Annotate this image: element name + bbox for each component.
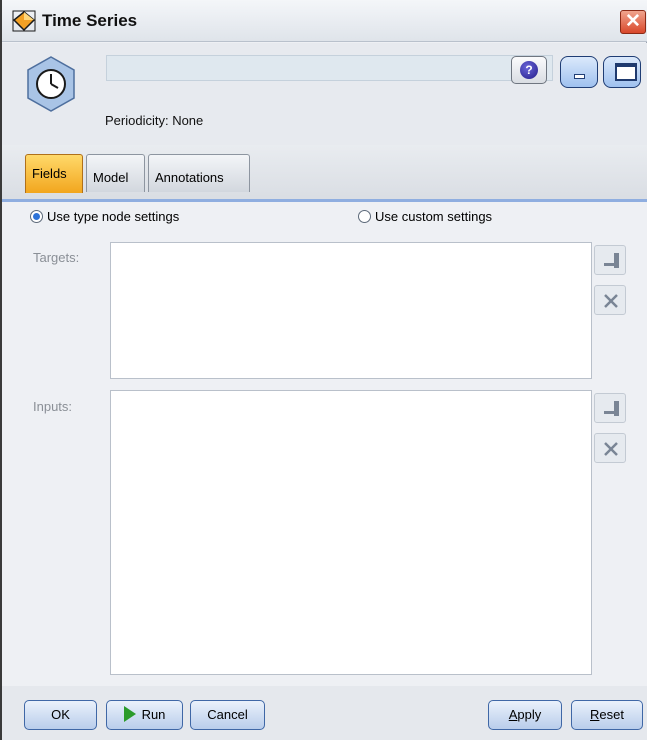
close-icon: ✕ bbox=[625, 11, 641, 32]
close-button[interactable]: ✕ bbox=[620, 10, 646, 34]
tab-annotations[interactable]: Annotations bbox=[148, 154, 250, 192]
inputs-list[interactable] bbox=[110, 390, 592, 675]
remove-x-icon bbox=[604, 442, 618, 456]
inputs-remove-button[interactable] bbox=[594, 433, 626, 463]
reset-button[interactable]: Reset bbox=[571, 700, 643, 730]
run-arrow-icon bbox=[123, 706, 136, 722]
targets-list[interactable] bbox=[110, 242, 592, 379]
targets-pick-button[interactable] bbox=[594, 245, 626, 275]
field-picker-icon bbox=[604, 253, 619, 268]
reset-label-rest: eset bbox=[599, 707, 624, 722]
clock-node-icon bbox=[27, 56, 75, 112]
remove-x-icon bbox=[604, 294, 618, 308]
ok-button[interactable]: OK bbox=[24, 700, 97, 730]
periodicity-label: Periodicity: None bbox=[105, 113, 204, 128]
help-icon: ? bbox=[520, 61, 538, 79]
radio-label: Use type node settings bbox=[47, 209, 180, 224]
maximize-button[interactable] bbox=[603, 56, 641, 88]
tab-model[interactable]: Model bbox=[86, 154, 145, 192]
inputs-pick-button[interactable] bbox=[594, 393, 626, 423]
run-button[interactable]: Run bbox=[106, 700, 183, 730]
help-button[interactable]: ? bbox=[511, 56, 547, 84]
targets-remove-button[interactable] bbox=[594, 285, 626, 315]
apply-button[interactable]: Apply bbox=[488, 700, 562, 730]
radio-use-custom-settings[interactable]: Use custom settings bbox=[358, 209, 492, 224]
minimize-button[interactable] bbox=[560, 56, 598, 88]
targets-label: Targets: bbox=[33, 250, 80, 265]
inputs-label: Inputs: bbox=[33, 399, 73, 414]
tab-strip: Fields Model Annotations bbox=[2, 145, 647, 201]
time-series-dialog: Time Series ✕ ? Periodicity: None Fields… bbox=[0, 0, 647, 740]
fields-panel: Use type node settings Use custom settin… bbox=[2, 202, 647, 686]
dialog-footer: OK Run Cancel Apply Reset bbox=[2, 686, 647, 740]
run-label: Run bbox=[141, 707, 166, 722]
radio-use-type-node-settings[interactable]: Use type node settings bbox=[30, 209, 179, 224]
node-header: ? Periodicity: None bbox=[2, 43, 647, 145]
radio-label: Use custom settings bbox=[375, 209, 493, 224]
window-title: Time Series bbox=[42, 11, 138, 30]
tab-fields[interactable]: Fields bbox=[25, 154, 83, 193]
reset-mnemonic: R bbox=[590, 707, 600, 722]
apply-label-rest: pply bbox=[517, 707, 542, 722]
title-bar[interactable]: Time Series ✕ bbox=[2, 0, 647, 42]
field-picker-icon bbox=[604, 401, 619, 416]
radio-unselected-icon bbox=[358, 210, 371, 223]
diamond-node-icon bbox=[12, 10, 36, 32]
node-name-field[interactable] bbox=[106, 55, 553, 81]
radio-selected-icon bbox=[30, 210, 43, 223]
minimize-icon bbox=[574, 74, 585, 79]
maximize-icon bbox=[615, 63, 637, 81]
cancel-button[interactable]: Cancel bbox=[190, 700, 265, 730]
